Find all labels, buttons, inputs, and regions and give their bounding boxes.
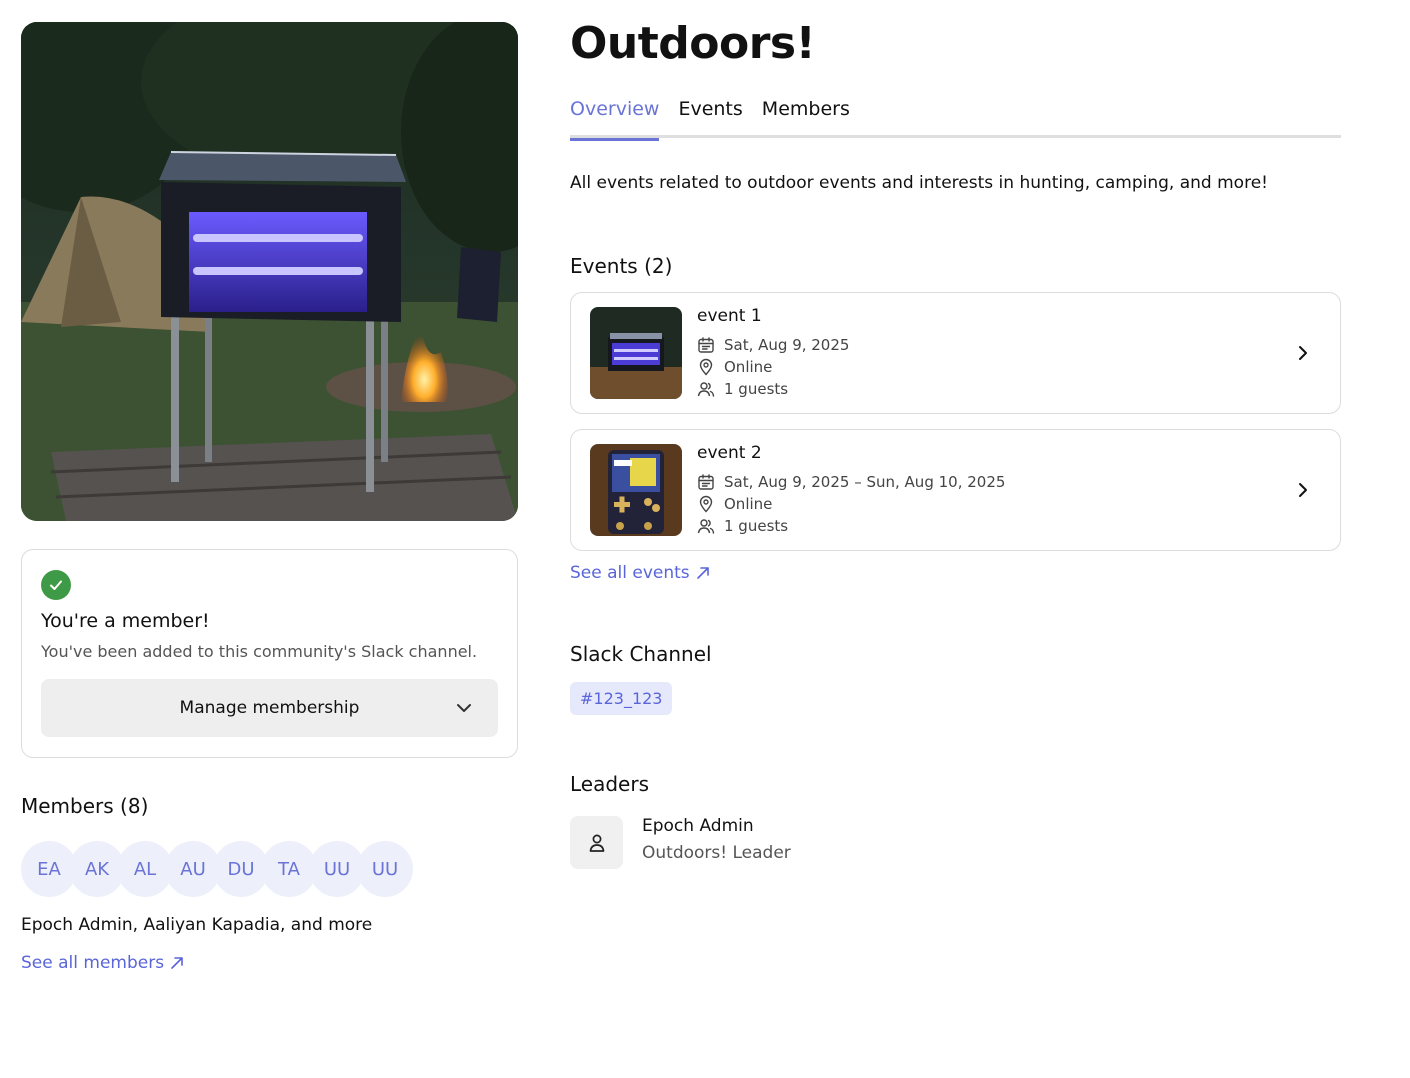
leader-role: Outdoors! Leader [642,843,791,863]
manage-membership-label: Manage membership [179,698,360,718]
arrow-up-right-icon [696,567,709,579]
member-avatar[interactable]: UU [357,841,413,897]
manage-membership-button[interactable]: Manage membership [41,679,498,737]
event-card[interactable]: event 1 Sat, Aug 9, 2025 Online 1 guests [570,292,1341,414]
chevron-right-icon [1299,483,1307,497]
tab-members[interactable]: Members [762,96,850,138]
event-name: event 1 [697,306,762,326]
event-thumbnail [590,307,682,399]
event-card[interactable]: event 2 Sat, Aug 9, 2025 – Sun, Aug 10, … [570,429,1341,551]
see-all-members-link[interactable]: See all members [21,953,184,973]
leader-name[interactable]: Epoch Admin [642,816,754,836]
event-guests-row: 1 guests [697,517,788,535]
membership-card: You're a member! You've been added to th… [21,549,518,758]
slack-channel-chip[interactable]: #123_123 [570,682,673,715]
event-location-row: Online [697,358,772,376]
chevron-down-icon [457,704,471,712]
tab-overview[interactable]: Overview [570,96,660,141]
location-pin-icon [699,495,713,513]
member-avatar-list: EA AK AL AU DU TA UU UU [21,841,413,897]
events-heading: Events (2) [570,254,673,278]
see-all-members-label: See all members [21,953,165,973]
users-icon [697,382,715,397]
membership-subtitle: You've been added to this community's Sl… [41,642,478,661]
user-icon [589,834,604,852]
chevron-right-icon [1299,346,1307,360]
event-location: Online [724,358,773,376]
event-guests-row: 1 guests [697,380,788,398]
event-thumbnail [590,444,682,536]
event-location: Online [724,495,773,513]
community-cover-image [21,22,518,521]
page-title: Outdoors! [570,18,816,69]
event-location-row: Online [697,495,772,513]
see-all-events-link[interactable]: See all events [570,563,710,583]
event-guests: 1 guests [724,517,789,535]
leader-avatar[interactable] [570,816,623,869]
calendar-icon [698,337,714,353]
users-icon [697,519,715,534]
membership-title: You're a member! [41,610,210,632]
event-date-row: Sat, Aug 9, 2025 – Sun, Aug 10, 2025 [697,473,1005,491]
tab-bar: Overview Events Members [570,96,1341,141]
calendar-icon [698,474,714,490]
event-name: event 2 [697,443,762,463]
arrow-up-right-icon [171,957,183,969]
event-date: Sat, Aug 9, 2025 [724,336,850,354]
event-guests: 1 guests [724,380,789,398]
leaders-heading: Leaders [570,772,649,796]
slack-heading: Slack Channel [570,642,712,666]
check-icon [41,570,71,600]
members-heading: Members (8) [21,794,149,818]
see-all-events-label: See all events [570,563,690,583]
tab-events[interactable]: Events [678,96,742,138]
members-summary: Epoch Admin, Aaliyan Kapadia, and more [21,915,373,935]
community-description: All events related to outdoor events and… [570,173,1268,193]
location-pin-icon [699,358,713,376]
event-date: Sat, Aug 9, 2025 – Sun, Aug 10, 2025 [724,473,1006,491]
event-date-row: Sat, Aug 9, 2025 [697,336,849,354]
